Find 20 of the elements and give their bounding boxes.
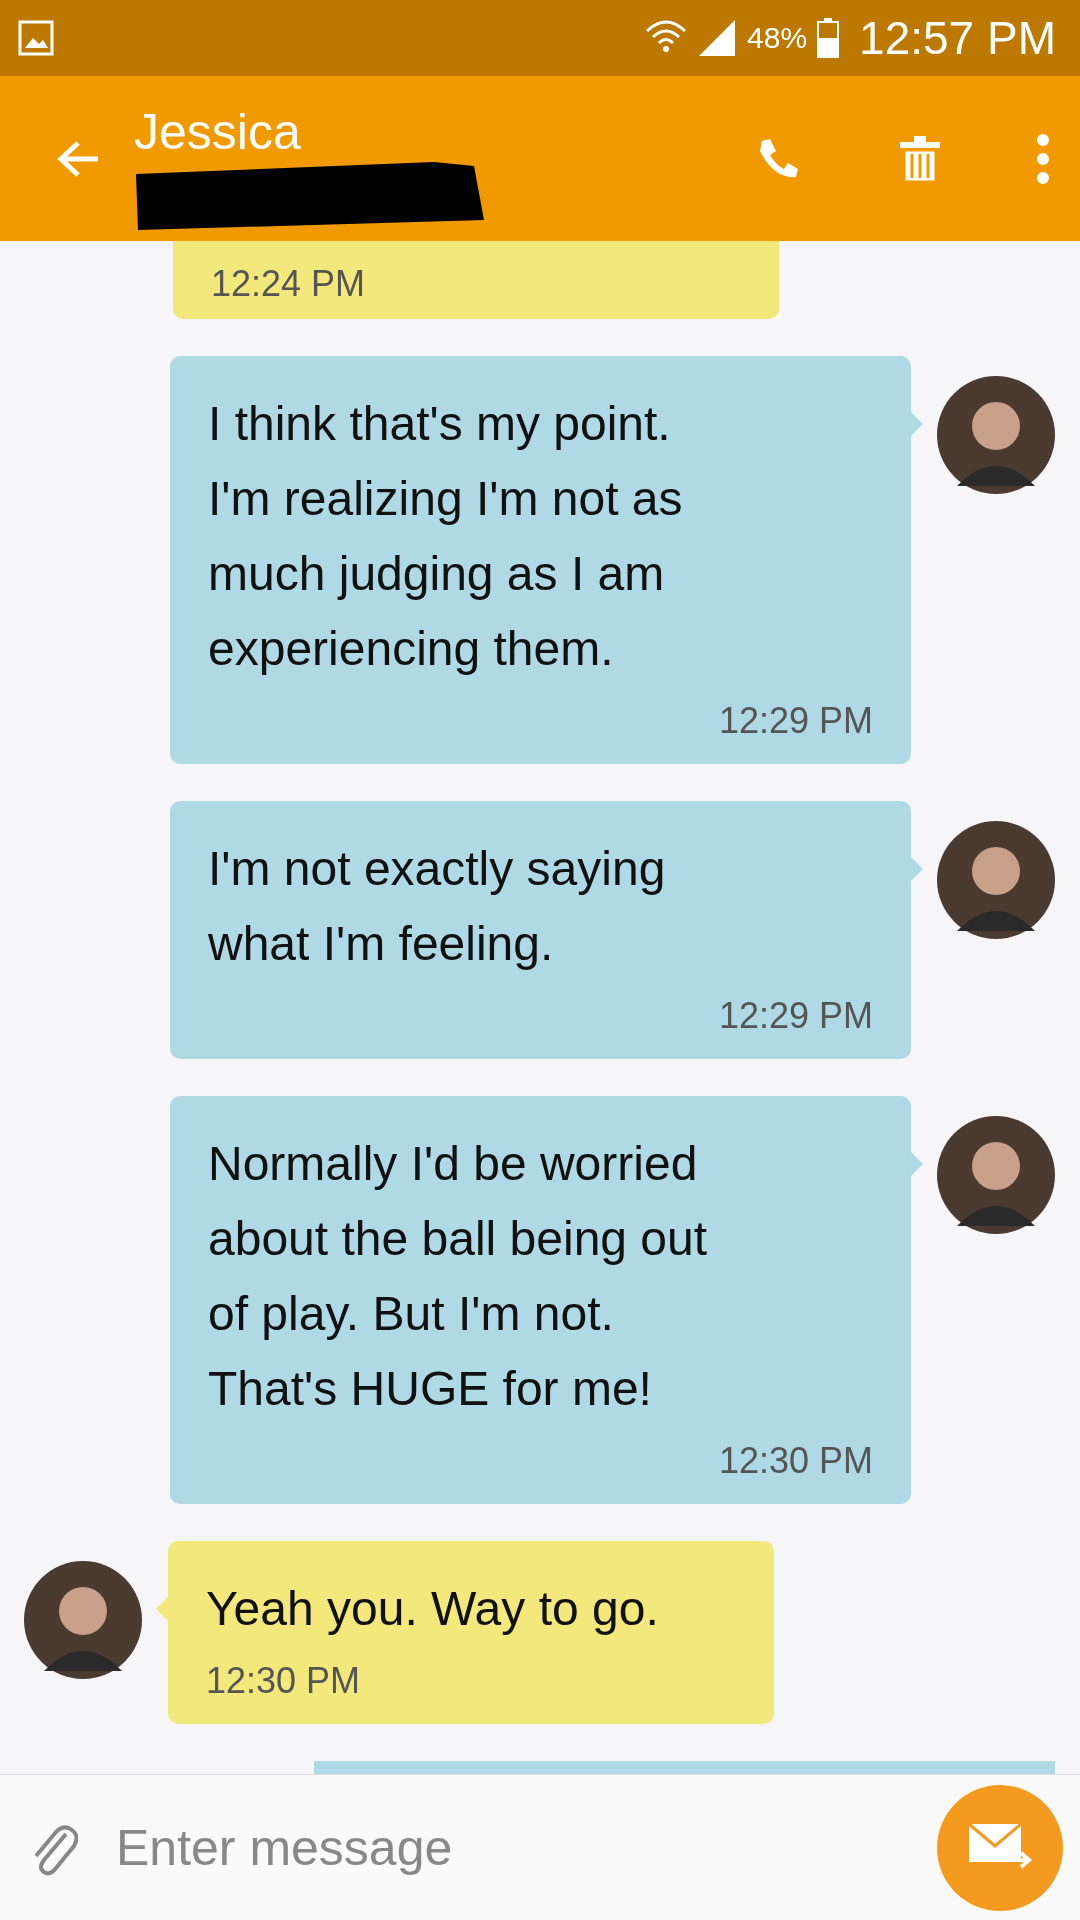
message-input[interactable]: Enter message (114, 1817, 901, 1878)
message-time: 12:30 PM (718, 1440, 873, 1482)
message-time: 12:24 PM (211, 263, 366, 305)
message-text: Yeah you. Way to go. (206, 1581, 660, 1637)
message-time: 12:30 PM (206, 1660, 361, 1702)
message-text: I think that's my point. I'm realizing I'm not as much judging as I am experiencing them. (208, 396, 684, 677)
trash-icon[interactable] (900, 135, 940, 182)
message-time: 12:29 PM (718, 700, 873, 742)
clock: 12:57 PM (859, 11, 1056, 65)
message-time: 12:29 PM (718, 995, 873, 1037)
battery-icon (817, 18, 840, 58)
battery-percent: 48% (747, 21, 808, 55)
message-text: Normally I'd be worried about the ball being out of play. But I'm not. That's HUGE for me! (208, 1136, 709, 1417)
gallery-icon (18, 20, 54, 56)
back-icon[interactable] (56, 138, 100, 179)
message-text: I'm not exactly saying what I'm feeling. (208, 841, 667, 972)
compose-bar[interactable]: Enter message (0, 1774, 1080, 1920)
contact-name: Jessica (134, 104, 302, 160)
more-icon[interactable] (1036, 133, 1050, 184)
signal-icon (697, 18, 738, 58)
